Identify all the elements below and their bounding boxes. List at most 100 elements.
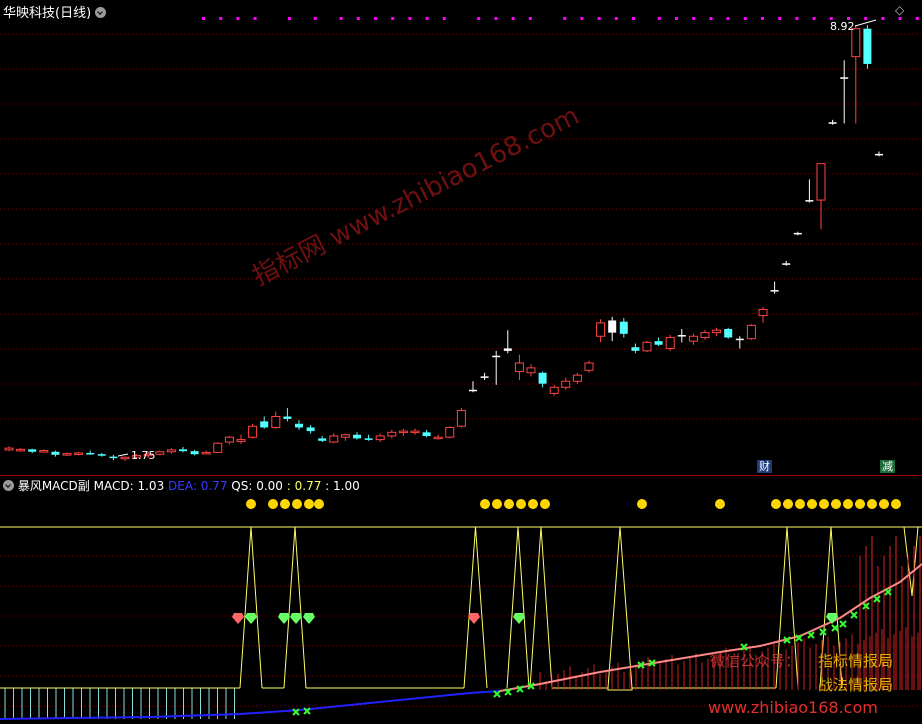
- signal-dot: [253, 17, 257, 20]
- price-panel[interactable]: 华映科技(日线) ◇ 8.92 1.75 财 减 指标网 www.zhibiao…: [0, 0, 922, 475]
- macd-value: 1.03: [137, 479, 165, 493]
- qs-signal-dot: [807, 499, 817, 509]
- candle-body: [782, 263, 791, 265]
- low-pointer: [117, 453, 129, 457]
- header-dropdown-icon[interactable]: [95, 7, 107, 18]
- macd-label: MACD:: [93, 479, 134, 493]
- wechat-watermark: 微信公众号：: [710, 652, 801, 670]
- qs-spike: [529, 526, 553, 689]
- candle-body: [260, 421, 269, 428]
- stock-name: 华映科技: [3, 6, 56, 21]
- candle-body: [538, 372, 547, 384]
- signal-dot: [726, 17, 730, 20]
- candle-body: [353, 434, 361, 439]
- candle-body: [572, 374, 582, 382]
- candle-body: [422, 432, 431, 436]
- signal-dot: [812, 17, 816, 20]
- candle-body: [596, 322, 606, 337]
- qs-signal-dot: [795, 499, 805, 509]
- indicator-panel[interactable]: 暴风MACD副 MACD: 1.03 DEA: 0.77 QS: 0.00 : …: [0, 476, 922, 724]
- qs-signal-dot: [504, 499, 514, 509]
- candle-body: [318, 438, 327, 441]
- indicator-header: 暴风MACD副 MACD: 1.03 DEA: 0.77 QS: 0.00 : …: [3, 477, 360, 494]
- signal-dot: [778, 17, 782, 20]
- qs-signal-dot: [492, 499, 502, 509]
- candle-body: [398, 430, 408, 434]
- chart-header: 华映科技(日线): [3, 2, 107, 21]
- candle-body: [549, 386, 559, 394]
- signal-dot: [374, 17, 377, 20]
- finance-marker[interactable]: 财: [757, 460, 772, 473]
- dea-label: DEA:: [168, 479, 197, 493]
- candle-body: [4, 447, 14, 451]
- qs-value-3: : 1.00: [325, 479, 360, 493]
- signal-dot: [657, 17, 661, 20]
- diamond-signal: [245, 613, 257, 624]
- candle-body: [561, 380, 571, 388]
- candle-body: [283, 416, 292, 419]
- candle-body: [770, 290, 779, 292]
- reduce-marker[interactable]: 减: [880, 460, 895, 473]
- candle-body: [190, 451, 199, 455]
- qs-signal-dot: [879, 499, 889, 509]
- candle-body: [677, 335, 686, 337]
- candle-body: [492, 355, 501, 358]
- qs-spike: [239, 526, 263, 689]
- qs-signal-dot: [246, 499, 256, 509]
- candle-body: [213, 442, 223, 453]
- candle-body: [271, 416, 281, 428]
- cross-signal: [831, 624, 839, 632]
- indicator-dropdown-icon[interactable]: [3, 480, 14, 491]
- qs-value-2: : 0.77: [286, 479, 322, 493]
- signal-dot: [915, 17, 919, 20]
- brand-watermark-1: 指标情报局: [818, 652, 894, 670]
- qs-spike: [283, 526, 307, 689]
- dea-value: 0.77: [200, 479, 228, 493]
- cross-signal: [807, 631, 815, 639]
- candle-body: [387, 431, 397, 437]
- signal-dot: [219, 17, 223, 20]
- diamond-icon[interactable]: ◇: [895, 3, 904, 17]
- candle-body: [654, 341, 663, 345]
- qs-signal-dot: [891, 499, 901, 509]
- candle-body: [109, 456, 118, 459]
- signal-dot: [881, 17, 885, 20]
- candle-body: [688, 335, 698, 342]
- diamond-signal: [826, 613, 838, 624]
- period-label: (日线): [55, 6, 92, 21]
- candle-body: [120, 456, 130, 460]
- candle-body: [248, 425, 258, 438]
- candle-body: [584, 362, 594, 371]
- candle-body: [410, 430, 420, 434]
- candle-body: [201, 451, 211, 455]
- signal-dot: [597, 17, 601, 20]
- qs-signal-dot: [637, 499, 647, 509]
- signal-dot: [442, 17, 446, 20]
- candle-body: [665, 336, 675, 349]
- qs-signal-dot: [855, 499, 865, 509]
- qs-signal-dot: [304, 499, 314, 509]
- candle-body: [712, 329, 722, 334]
- candle-body: [840, 77, 849, 79]
- signal-dot: [202, 17, 205, 20]
- candle-body: [735, 338, 744, 341]
- candle-body: [224, 436, 234, 443]
- candle-body: [456, 409, 466, 427]
- signal-dot: [632, 17, 635, 20]
- candle-body: [480, 376, 489, 378]
- candle-body: [758, 309, 768, 317]
- signal-dot: [356, 17, 360, 20]
- candlestick-chart[interactable]: [0, 0, 922, 475]
- candle-body: [469, 389, 477, 392]
- candle-body: [329, 435, 339, 443]
- candle-body: [642, 341, 652, 352]
- candle-body: [445, 426, 455, 438]
- signal-dot: [864, 17, 868, 20]
- macd-indicator-chart[interactable]: [0, 476, 922, 724]
- signal-dot: [898, 17, 902, 20]
- signal-dot: [563, 17, 567, 20]
- candle-body: [166, 449, 176, 453]
- candle-body: [236, 439, 246, 442]
- diamond-signal: [513, 613, 525, 624]
- candle-body: [295, 423, 303, 428]
